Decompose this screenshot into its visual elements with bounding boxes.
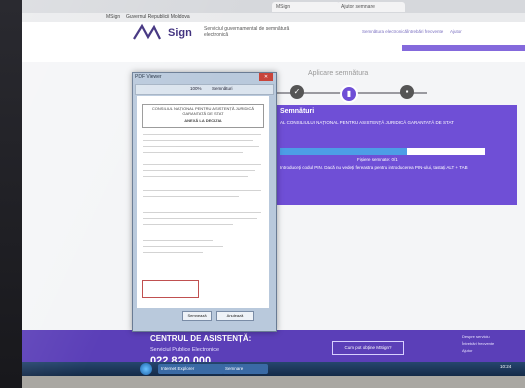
monitor-stand-edge <box>22 376 525 388</box>
doc-heading: CONSILIUL NAȚIONAL PENTRU ASISTENȚĂ JURI… <box>151 106 255 116</box>
footer-link[interactable]: Despre serviciu <box>462 334 490 339</box>
footer-link[interactable]: Întrebări frecvente <box>462 341 494 346</box>
header-accent-bar <box>402 45 525 51</box>
browser-tab-bar: MSign Ajutor semnare <box>22 0 525 14</box>
cancel-button[interactable]: Anulează <box>216 311 254 321</box>
header-link[interactable]: Semnătura electronică <box>362 29 407 34</box>
doc-text-line <box>143 190 261 191</box>
browser-tab[interactable]: Ajutor semnare <box>337 2 405 12</box>
header-link[interactable]: Ajutor <box>450 29 462 34</box>
doc-subheading: ANEXĂ LA DECIZIA <box>184 118 222 123</box>
windows-taskbar <box>22 362 525 376</box>
screen: MSign Ajutor semnare MSign Guvernul Repu… <box>22 0 525 376</box>
doc-text-line <box>143 240 213 241</box>
help-service: Serviciul Publice Electronice <box>150 347 220 353</box>
lock-icon: ▪ <box>400 85 414 99</box>
panel-title: Semnături <box>280 108 315 115</box>
tray-clock[interactable]: 10:24 <box>500 364 511 369</box>
start-button-icon[interactable] <box>140 363 152 375</box>
sign-button[interactable]: Semnează <box>182 311 212 321</box>
zoom-select[interactable]: 100% <box>190 86 202 91</box>
doc-text-line <box>143 246 223 247</box>
doc-text-line <box>143 146 259 147</box>
taskbar-item[interactable]: Semnare <box>222 364 268 374</box>
signature-box[interactable] <box>142 280 199 298</box>
doc-text-line <box>143 152 243 153</box>
doc-text-line <box>143 218 257 219</box>
doc-text-line <box>143 164 261 165</box>
doc-text-line <box>143 212 261 213</box>
tagline: Serviciul guvernamental de semnătură ele… <box>204 26 290 38</box>
site-footer <box>22 330 525 362</box>
header-link[interactable]: Întrebări frecvente <box>407 29 443 34</box>
bookmark-msign[interactable]: MSign <box>106 14 120 20</box>
signature-panel-toggle[interactable]: Semnături <box>212 86 233 91</box>
document-icon: ▮ <box>340 85 358 103</box>
logo-text: Sign <box>168 27 192 39</box>
doc-text-line <box>143 224 233 225</box>
progress-label: Fișiere semnate: 0/1 <box>357 157 398 162</box>
progress-bar <box>280 148 408 155</box>
doc-text-line <box>143 196 239 197</box>
panel-subtitle: AL CONSILIULUI NAȚIONAL PENTRU ASISTENȚĂ… <box>280 120 454 125</box>
help-center-title: CENTRUL DE ASISTENȚĂ: <box>150 334 252 343</box>
doc-text-line <box>143 176 248 177</box>
bookmark-gov[interactable]: Guvernul Republicii Moldova <box>126 14 190 20</box>
doc-text-line <box>143 252 203 253</box>
browser-tab[interactable]: MSign <box>272 2 340 12</box>
doc-text-line <box>143 170 255 171</box>
footer-link[interactable]: Ajutor <box>462 348 472 353</box>
check-icon: ✓ <box>290 85 304 99</box>
pin-instruction: Introduceți codul PIN. Dacă nu vedeți fe… <box>280 165 468 170</box>
taskbar-item[interactable]: Internet Explorer <box>158 364 224 374</box>
doc-text-line <box>143 140 253 141</box>
viewer-title: PDF Viewer <box>135 74 162 80</box>
steps-title: Aplicare semnătura <box>308 70 369 77</box>
viewer-toolbar <box>135 84 274 95</box>
how-to-get-msign-button[interactable]: Cum pot obține MSign? <box>332 341 404 355</box>
close-icon[interactable]: ✕ <box>259 73 273 81</box>
doc-text-line <box>143 134 261 135</box>
